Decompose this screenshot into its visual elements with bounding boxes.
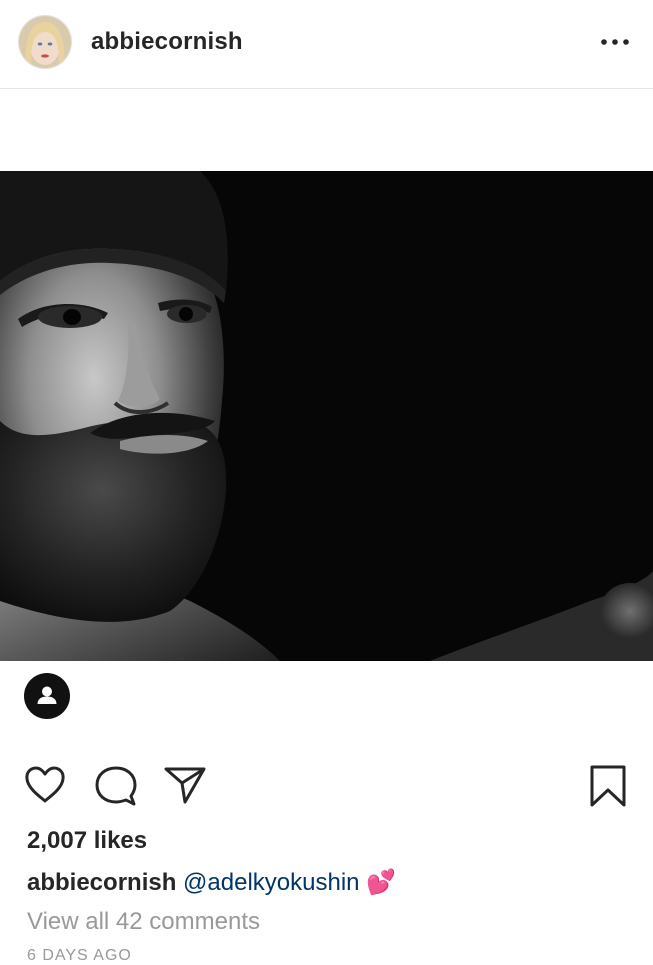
avatar-image bbox=[19, 16, 71, 68]
post-photo[interactable] bbox=[0, 171, 653, 661]
post-header: abbiecornish bbox=[0, 0, 653, 89]
comment-icon[interactable] bbox=[95, 765, 137, 807]
view-all-comments-link[interactable]: View all 42 comments bbox=[27, 908, 260, 936]
caption-username[interactable]: abbiecornish bbox=[27, 869, 176, 896]
post-timestamp: 6 DAYS AGO bbox=[27, 947, 132, 964]
post-author-username[interactable]: abbiecornish bbox=[91, 28, 243, 56]
person-tag-icon[interactable] bbox=[24, 673, 70, 719]
bookmark-icon[interactable] bbox=[589, 764, 627, 808]
share-direct-icon[interactable] bbox=[163, 765, 207, 805]
caption: abbiecornish @adelkyokushin 💕 bbox=[27, 868, 396, 897]
heart-icon[interactable] bbox=[24, 765, 66, 805]
avatar[interactable] bbox=[18, 15, 72, 69]
caption-mention[interactable]: @adelkyokushin bbox=[183, 869, 359, 896]
more-options-icon[interactable] bbox=[598, 31, 632, 53]
likes-count[interactable]: 2,007 likes bbox=[27, 827, 147, 855]
caption-emoji: 💕 bbox=[366, 869, 397, 896]
